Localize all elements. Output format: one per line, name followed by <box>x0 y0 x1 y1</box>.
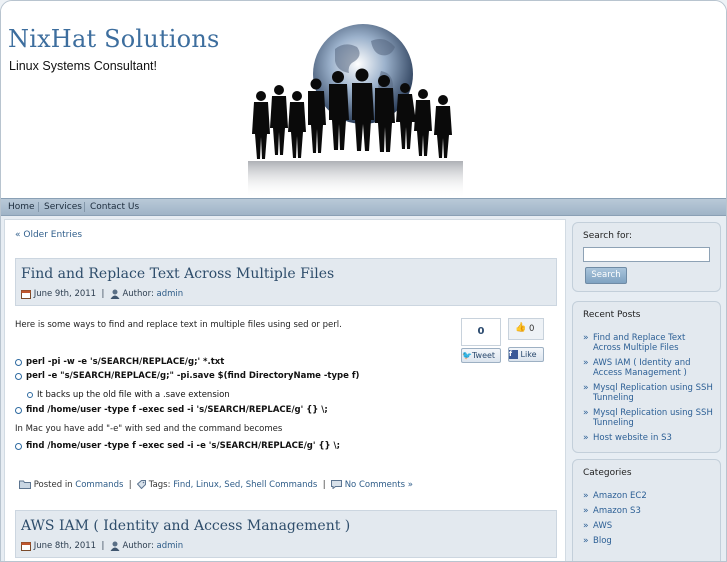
site-title[interactable]: NixHat Solutions <box>8 25 220 53</box>
tweet-button[interactable]: 🐦Tweet <box>461 348 501 363</box>
search-label: Search for: <box>583 231 633 241</box>
meta-separator: | <box>320 480 329 490</box>
post-footer: Posted in Commands | Tags: Find, Linux, … <box>19 480 413 490</box>
tags-label: Tags: <box>148 480 171 490</box>
nav-separator <box>38 202 39 212</box>
calendar-icon <box>21 290 31 299</box>
like-count: 0 <box>529 324 535 334</box>
recent-posts-widget: Recent Posts Find and Replace Text Acros… <box>572 301 721 453</box>
site-header: NixHat Solutions Linux Systems Consultan… <box>1 1 726 198</box>
older-entries-link[interactable]: « Older Entries <box>15 230 82 240</box>
tags-links[interactable]: Find, Linux, Sed, Shell Commands <box>173 480 317 490</box>
facebook-icon: f <box>509 350 518 359</box>
list-item: find /home/user -type f -exec sed -i -e … <box>14 441 341 451</box>
meta-separator: | <box>126 480 135 490</box>
search-widget: Search for: Search <box>572 222 721 292</box>
author-link[interactable]: admin <box>157 289 184 299</box>
recent-posts-list: Find and Replace Text Across Multiple Fi… <box>583 333 713 448</box>
list-item: find /home/user -type f -exec sed -i 's/… <box>15 405 328 415</box>
recent-post-link[interactable]: Mysql Replication using SSH Tunneling <box>583 383 713 403</box>
categories-list: Amazon EC2 Amazon S3 AWS Blog <box>583 491 713 551</box>
nav-separator <box>84 202 85 212</box>
author-label: Author: <box>122 541 154 551</box>
folder-icon <box>19 480 31 489</box>
search-button[interactable]: Search <box>585 267 627 284</box>
category-link[interactable]: Commands <box>75 480 123 490</box>
post-title[interactable]: AWS IAM ( Identity and Access Management… <box>21 518 350 534</box>
list-item: It backs up the old file with a .save ex… <box>27 390 230 400</box>
author-link[interactable]: admin <box>157 541 184 551</box>
categories-title: Categories <box>583 468 632 478</box>
header-image <box>248 24 463 198</box>
post-header: Find and Replace Text Across Multiple Fi… <box>15 258 557 306</box>
post-intro: Here is some ways to find and replace te… <box>15 320 342 330</box>
categories-widget: Categories Amazon EC2 Amazon S3 AWS Blog <box>572 459 721 561</box>
author-label: Author: <box>122 289 154 299</box>
category-link[interactable]: Amazon S3 <box>583 506 713 516</box>
author-icon <box>110 541 120 551</box>
nav-services[interactable]: Services <box>44 202 82 212</box>
twitter-bird-icon: 🐦 <box>462 351 472 360</box>
recent-post-link[interactable]: Host website in S3 <box>583 433 713 443</box>
post-title[interactable]: Find and Replace Text Across Multiple Fi… <box>21 266 334 282</box>
like-button[interactable]: f Like <box>508 347 544 362</box>
category-link[interactable]: Amazon EC2 <box>583 491 713 501</box>
tweet-label: Tweet <box>471 351 496 360</box>
post-meta: June 9th, 2011 | Author: admin <box>21 289 183 300</box>
like-count-box: 👍 0 <box>508 318 544 340</box>
post-date: June 8th, 2011 <box>33 541 97 551</box>
tag-icon <box>137 480 147 489</box>
calendar-icon <box>21 542 31 551</box>
post-header: AWS IAM ( Identity and Access Management… <box>15 510 557 558</box>
posted-in-label: Posted in <box>33 480 73 490</box>
recent-posts-title: Recent Posts <box>583 310 641 320</box>
nav-contact-us[interactable]: Contact Us <box>90 202 139 212</box>
recent-post-link[interactable]: Find and Replace Text Across Multiple Fi… <box>583 333 713 353</box>
post-mac-note: In Mac you have add "-e" with sed and th… <box>15 424 283 434</box>
recent-post-link[interactable]: Mysql Replication using SSH Tunneling <box>583 408 713 428</box>
tweet-count: 0 <box>477 326 485 337</box>
post-meta: June 8th, 2011 | Author: admin <box>21 541 183 552</box>
nav-home[interactable]: Home <box>8 202 35 212</box>
comment-icon <box>330 480 342 489</box>
recent-post-link[interactable]: AWS IAM ( Identity and Access Management… <box>583 358 713 378</box>
meta-separator: | <box>98 289 108 299</box>
main-navigation: Home Services Contact Us <box>1 198 726 216</box>
like-label: Like <box>520 350 537 359</box>
tweet-count-box: 0 <box>461 318 501 346</box>
comments-link[interactable]: No Comments » <box>345 480 413 490</box>
author-icon <box>110 289 120 299</box>
list-item: perl -e "s/SEARCH/REPLACE/g;" -pi.save $… <box>14 371 360 381</box>
search-input[interactable] <box>583 247 710 262</box>
category-link[interactable]: AWS <box>583 521 713 531</box>
meta-separator: | <box>98 541 108 551</box>
main-content: « Older Entries Find and Replace Text Ac… <box>4 219 566 561</box>
site-tagline: Linux Systems Consultant! <box>9 59 157 73</box>
page: NixHat Solutions Linux Systems Consultan… <box>0 0 727 562</box>
content-area: « Older Entries Find and Replace Text Ac… <box>1 216 726 561</box>
list-item: perl -pi -w -e 's/SEARCH/REPLACE/g;' *.t… <box>14 357 225 367</box>
thumbs-up-icon: 👍 <box>515 323 527 333</box>
post-date: June 9th, 2011 <box>33 289 97 299</box>
